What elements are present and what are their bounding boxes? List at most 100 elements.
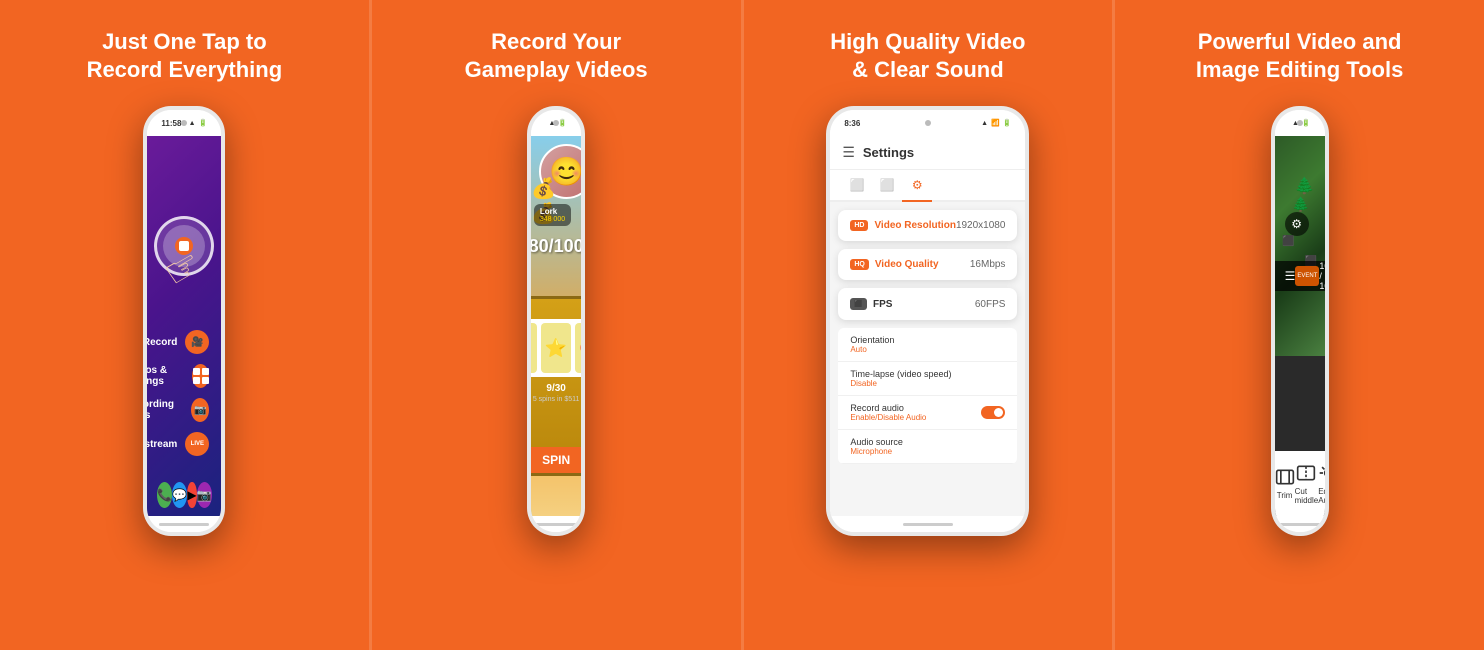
trim-icon: [1275, 467, 1295, 487]
tool-trim[interactable]: Trim: [1275, 467, 1295, 500]
camera-dot-4: [1297, 120, 1303, 126]
panel-editing: Powerful Video and Image Editing Tools ▲…: [1112, 0, 1484, 650]
status-bar-2: ▲ 🔋: [531, 110, 581, 136]
camera-dot-2: [553, 120, 559, 126]
quality-left: HQ Video Quality: [850, 259, 938, 270]
settings-card-resolution: HD Video Resolution 1920x1080: [838, 210, 1017, 241]
bottom-dock: 📞 💬 ▶ 📷: [147, 482, 221, 508]
game-unit-1: ⬛: [1282, 236, 1294, 247]
player-name: Lork: [540, 207, 565, 216]
home-bar-1: [147, 516, 221, 532]
menu-label-videos: Videos & Settings: [147, 365, 184, 387]
panel2-title: Record Your Gameplay Videos: [465, 28, 648, 88]
timelapse-sub: Disable: [850, 379, 951, 388]
screen-editing: ▶ + ▶ + ▶: [1275, 136, 1325, 516]
score-display: 80/100: [531, 236, 581, 257]
reel-1: 💰: [531, 323, 537, 373]
menu-icon-record: 🎥: [185, 330, 209, 354]
status-bar-3: 8:36 ▲ 📶 🔋: [830, 110, 1025, 136]
cut-icon: [1296, 463, 1316, 483]
camera-dot-3: [925, 120, 931, 126]
settings-header: ☰ Settings: [830, 136, 1025, 170]
tab-gear[interactable]: ⚙: [902, 170, 932, 200]
home-bar-4: [1275, 516, 1325, 532]
audio-icon: [1318, 463, 1324, 483]
spin-button: SPIN: [531, 447, 581, 473]
tab-photo[interactable]: ⬜: [872, 170, 902, 200]
menu-item-live: Livestream LIVE: [147, 432, 209, 456]
player-info: Lork 348 000: [534, 204, 571, 226]
panel-gameplay: Record Your Gameplay Videos ▲ 🔋 😊: [369, 0, 741, 650]
status-time-3: 8:36: [844, 119, 860, 128]
home-indicator-2: [531, 523, 581, 526]
resolution-row: HD Video Resolution 1920x1080: [850, 220, 1005, 231]
audio-info: Record audio Enable/Disable Audio: [850, 403, 926, 422]
timelapse-info: Time-lapse (video speed) Disable: [850, 369, 951, 388]
fps-left: ⬛ FPS: [850, 298, 892, 310]
slot-reels: 💰 ⭐ 🎯: [531, 319, 581, 377]
menu-item-record: Record 🎥: [147, 330, 209, 354]
settings-card-quality: HQ Video Quality 16Mbps: [838, 249, 1017, 280]
home-bar-3: [830, 516, 1025, 532]
panel-nav: ☰: [1285, 269, 1296, 283]
menu-items-list: Record 🎥 Videos & Settings Re: [147, 330, 209, 456]
audio-toggle[interactable]: [981, 406, 1005, 419]
phone-mockup-1: 11:58 ■ ▲ 🔋: [143, 106, 225, 536]
resolution-label: Video Resolution: [874, 220, 956, 231]
fps-label: FPS: [873, 299, 892, 310]
gameplay-background: 😊 💰💰 Lork 348 000 80/100: [531, 136, 581, 516]
panel4-title: Powerful Video and Image Editing Tools: [1196, 28, 1403, 88]
dock-message: 💬: [172, 482, 187, 508]
home-indicator-3: [903, 523, 953, 526]
menu-icon-tools: 📷: [191, 398, 209, 422]
panel-settings: High Quality Video & Clear Sound 8:36 ▲ …: [741, 0, 1113, 650]
quality-value: 16Mbps: [970, 259, 1006, 270]
fps-value: 60FPS: [975, 299, 1006, 310]
orientation-info: Orientation Auto: [850, 335, 894, 354]
grid-icon: [193, 368, 209, 384]
source-info: Audio source Microphone: [850, 437, 903, 456]
panel3-title: High Quality Video & Clear Sound: [830, 28, 1025, 88]
menu-label-live: Livestream: [147, 439, 177, 450]
screen-settings: ☰ Settings ⬜ ⬜ ⚙ HD Video Resolution: [830, 136, 1025, 516]
panel-count: 10 / 10: [1319, 261, 1324, 291]
phone-mockup-2: ▲ 🔋 😊 💰💰 Lork 348 000: [527, 106, 585, 536]
dock-play: ▶: [187, 482, 196, 508]
badge-fps: ⬛: [850, 298, 867, 310]
player-score: 348 000: [540, 216, 565, 223]
tab-video[interactable]: ⬜: [842, 170, 872, 200]
settings-card-fps: ⬛ FPS 60FPS: [838, 288, 1017, 320]
menu-item-tools: Recording Tools 📷: [147, 398, 209, 422]
settings-row-audio: Record audio Enable/Disable Audio: [838, 396, 1017, 430]
bottom-game-icons: EVENT: [1295, 266, 1319, 286]
source-sub: Microphone: [850, 447, 903, 456]
source-label: Audio source: [850, 437, 903, 447]
phone-mockup-4: ▲ 🔋 ▶ + ▶: [1271, 106, 1329, 536]
event-label: EVENT: [1297, 273, 1317, 279]
reel-2: ⭐: [541, 323, 571, 373]
menu-item-videos: Videos & Settings: [147, 364, 209, 388]
orientation-sub: Auto: [850, 345, 894, 354]
hamburger-icon: ☰: [842, 144, 855, 161]
slot-counter: 9/30: [546, 383, 565, 394]
dock-camera: 📷: [197, 482, 212, 508]
hamburger-game-icon: ☰: [1285, 269, 1296, 283]
menu-label-tools: Recording Tools: [147, 399, 183, 421]
gear-overlay: ⚙: [1285, 212, 1309, 236]
cut-label: Cut middle: [1295, 487, 1319, 505]
screen-gameplay: 😊 💰💰 Lork 348 000 80/100: [531, 136, 581, 516]
edit-toolbar: Trim Cut middle Edit: [1275, 451, 1325, 516]
tool-edit-audio[interactable]: Edit Audio: [1318, 463, 1324, 505]
live-badge: LIVE: [187, 439, 208, 449]
menu-label-record: Record: [147, 337, 177, 348]
dock-phone: 📞: [157, 482, 172, 508]
score-main: 80/100: [531, 236, 581, 257]
badge-hq: HQ: [850, 259, 869, 270]
quality-label: Video Quality: [875, 259, 939, 270]
badge-hd: HD: [850, 220, 868, 231]
event-badge: EVENT: [1295, 266, 1319, 286]
status-bar-1: 11:58 ■ ▲ 🔋: [147, 110, 221, 136]
status-time-1: 11:58: [161, 119, 181, 128]
tool-cut-middle[interactable]: Cut middle: [1295, 463, 1319, 505]
audio-label: Record audio: [850, 403, 926, 413]
